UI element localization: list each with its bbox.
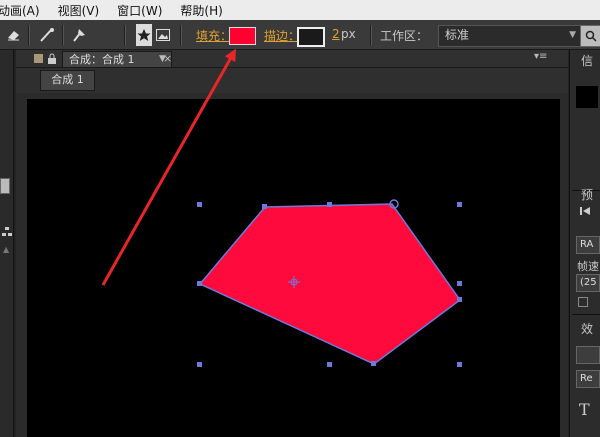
toolbar-divider [62,25,64,45]
toolbar-divider [370,25,372,45]
bbox-handle[interactable] [197,281,202,286]
lock-icon[interactable] [47,53,58,64]
stroke-color-swatch[interactable] [297,27,325,47]
eraser-tool-icon[interactable] [4,24,24,46]
chevron-down-icon: ▼ [569,30,576,40]
stroke-width-unit: px [341,27,356,41]
menu-item-window[interactable]: 窗口(W) [117,2,162,19]
effects-item-button[interactable]: Re [576,370,600,388]
workspace-label: 工作区： [380,29,429,43]
image-mask-icon[interactable] [155,24,171,46]
panel-collapse-handle[interactable] [0,178,10,194]
preview-panel-label[interactable]: 预 [581,186,593,203]
vertex-handle[interactable] [262,204,267,209]
search-icon [585,30,597,42]
scroll-up-icon[interactable]: ▲ [3,245,9,254]
bbox-handle[interactable] [197,362,202,367]
composition-flowchart-bar [16,68,568,93]
fill-label[interactable]: 填充： [196,27,232,44]
workspace-select-value: 标准 [445,28,470,42]
info-color-preview [576,86,598,108]
ram-preview-button[interactable]: RA [576,236,600,254]
left-panel-dock: ▲ [0,50,14,437]
vertex-handle[interactable] [457,297,462,302]
menu-bar: 动画(A) 视图(V) 窗口(W) 帮助(H) [0,0,600,20]
menu-item-animation[interactable]: 动画(A) [0,2,40,19]
info-panel-label[interactable]: 信 [581,52,593,69]
menu-item-help[interactable]: 帮助(H) [180,2,222,19]
stroke-width-value[interactable]: 2 [332,27,340,41]
bbox-handle[interactable] [327,362,332,367]
subtab-composition[interactable]: 合成 1 [40,70,95,91]
frame-rate-label: 帧速 [577,260,599,273]
close-icon[interactable]: × [163,52,172,65]
effects-preset-button[interactable] [576,346,600,364]
panel-divider [572,314,600,315]
svg-text:T: T [579,400,590,418]
fill-color-swatch[interactable] [229,27,256,45]
bbox-handle[interactable] [457,202,462,207]
bbox-handle[interactable] [327,202,332,207]
toolbar-divider [124,25,126,45]
vertex-handle[interactable] [371,361,376,366]
toolbar-divider [180,25,182,45]
bbox-handle[interactable] [457,362,462,367]
roto-brush-tool-icon[interactable] [36,24,58,46]
panel-menu-icon[interactable]: ▾≡ [534,51,547,62]
text-tool-icon[interactable]: T [577,400,595,419]
menu-item-view[interactable]: 视图(V) [58,2,100,19]
workspace-select[interactable]: 标准 ▼ [438,25,581,47]
puppet-pin-tool-icon[interactable] [68,24,90,46]
skip-to-start-icon[interactable] [579,205,591,217]
composition-tab-bar: 合成：合成 1 ▼ ▾≡ [16,50,568,68]
checkbox[interactable] [578,297,588,307]
tab-composition[interactable]: 合成：合成 1 ▼ [62,51,172,67]
panel-color-swatch [34,54,43,63]
effects-panel-label[interactable]: 效 [581,320,593,337]
frame-rate-field[interactable]: (25 [576,274,600,292]
toolbar-divider [28,25,30,45]
star-tool-icon[interactable] [136,24,152,46]
flowchart-icon[interactable] [2,226,12,236]
bbox-handle[interactable] [457,281,462,286]
tab-composition-label: 合成：合成 1 [69,53,135,66]
stroke-label[interactable]: 描边： [264,27,300,44]
search-help-button[interactable] [580,25,600,47]
bbox-handle[interactable] [197,202,202,207]
